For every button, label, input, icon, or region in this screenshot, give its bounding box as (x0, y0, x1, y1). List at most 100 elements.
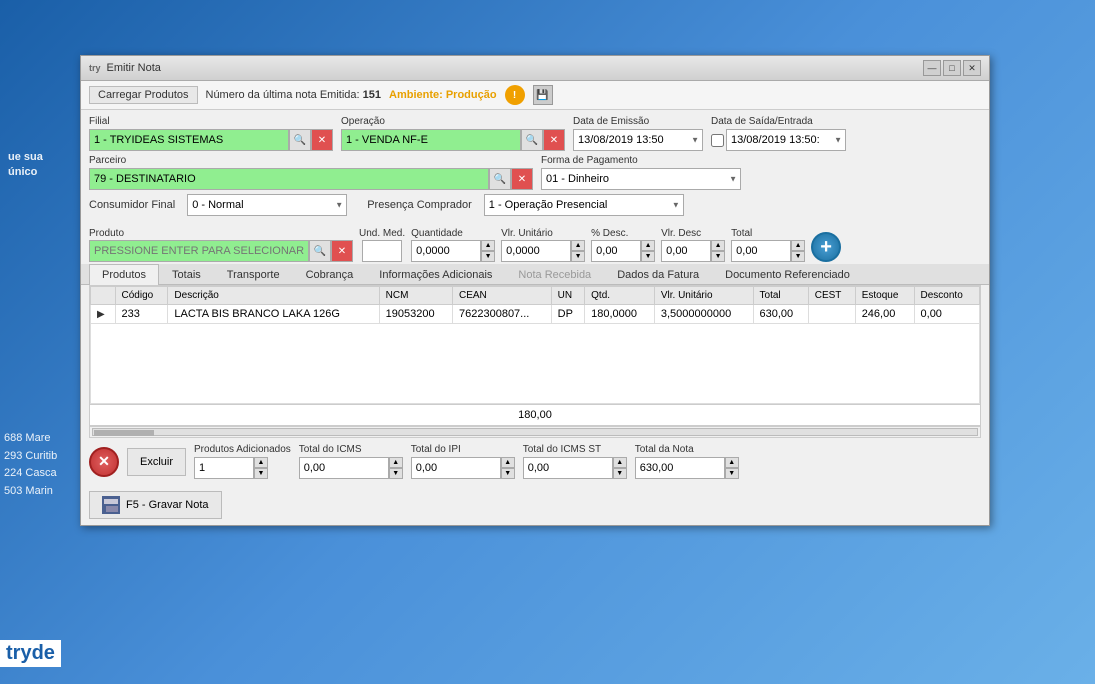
horizontal-scrollbar[interactable] (89, 426, 981, 438)
parceiro-search-button[interactable]: 🔍 (489, 168, 511, 190)
und-med-label: Und. Med. (359, 228, 405, 239)
produto-input[interactable] (89, 240, 309, 262)
total-ipi-label: Total do IPI (411, 444, 515, 455)
vlr-unitario-label: Vlr. Unitário (501, 228, 585, 239)
tab-totais[interactable]: Totais (159, 264, 214, 285)
forma-pagamento-select[interactable]: 01 - Dinheiro (541, 168, 741, 190)
und-med-input[interactable] (362, 240, 402, 262)
produtos-adicionados-group: Produtos Adicionados ▲ ▼ (194, 444, 291, 479)
row-arrow: ▶ (91, 305, 116, 324)
quantidade-input[interactable] (411, 240, 481, 262)
col-header-total: Total (753, 287, 808, 305)
pct-desc-input[interactable] (591, 240, 641, 262)
operacao-clear-button[interactable]: ✕ (543, 129, 565, 151)
products-table-container: Código Descrição NCM CEAN UN Qtd. Vlr. U… (89, 285, 981, 405)
add-product-button[interactable]: + (811, 232, 841, 262)
tab-transporte[interactable]: Transporte (214, 264, 293, 285)
parceiro-label: Parceiro (89, 155, 533, 166)
save-button[interactable]: F5 - Gravar Nota (89, 491, 222, 519)
col-header-ncm: NCM (379, 287, 452, 305)
data-saida-checkbox[interactable] (711, 134, 724, 147)
total-nota-down[interactable]: ▼ (725, 468, 739, 479)
produtos-adicionados-input[interactable] (194, 457, 254, 479)
last-note-text: Número da última nota Emitida: 151 (206, 89, 382, 101)
quantidade-down-button[interactable]: ▼ (481, 251, 495, 262)
row-ncm: 19053200 (379, 305, 452, 324)
filial-input[interactable] (89, 129, 289, 151)
vlr-unitario-down-button[interactable]: ▼ (571, 251, 585, 262)
total-icms-label: Total do ICMS (299, 444, 403, 455)
close-button[interactable]: ✕ (963, 60, 981, 76)
row-codigo: 233 (115, 305, 168, 324)
parceiro-input[interactable] (89, 168, 489, 190)
total-icms-up[interactable]: ▲ (389, 457, 403, 468)
total-ipi-down[interactable]: ▼ (501, 468, 515, 479)
operacao-search-button[interactable]: 🔍 (521, 129, 543, 151)
tab-info-adicionais[interactable]: Informações Adicionais (366, 264, 505, 285)
produtos-adicionados-up[interactable]: ▲ (254, 457, 268, 468)
filial-clear-button[interactable]: ✕ (311, 129, 333, 151)
data-saida-select[interactable]: 13/08/2019 13:50: (726, 129, 846, 151)
col-header-cest: CEST (808, 287, 855, 305)
forma-pagamento-label: Forma de Pagamento (541, 155, 741, 166)
subtotal-value: 180,00 (518, 409, 552, 421)
produto-col-label: Produto (89, 228, 353, 239)
total-icms-st-up[interactable]: ▲ (613, 457, 627, 468)
total-ipi-up[interactable]: ▲ (501, 457, 515, 468)
data-emissao-select[interactable]: 13/08/2019 13:50 (573, 129, 703, 151)
row-cean: 7622300807... (453, 305, 552, 324)
quantidade-up-button[interactable]: ▲ (481, 240, 495, 251)
operacao-input[interactable] (341, 129, 521, 151)
tab-documento-referenciado[interactable]: Documento Referenciado (712, 264, 863, 285)
col-header-descricao: Descrição (168, 287, 379, 305)
window-title: Emitir Nota (107, 62, 161, 74)
produtos-adicionados-down[interactable]: ▼ (254, 468, 268, 479)
excluir-button[interactable]: Excluir (127, 448, 186, 476)
total-icms-down[interactable]: ▼ (389, 468, 403, 479)
total-down-button[interactable]: ▼ (791, 251, 805, 262)
vlr-desc-down-button[interactable]: ▼ (711, 251, 725, 262)
vlr-desc-up-button[interactable]: ▲ (711, 240, 725, 251)
vlr-unitario-input[interactable] (501, 240, 571, 262)
maximize-button[interactable]: □ (943, 60, 961, 76)
environment-label: Ambiente: Produção (389, 89, 497, 101)
parceiro-clear-button[interactable]: ✕ (511, 168, 533, 190)
produto-clear-button[interactable]: ✕ (331, 240, 353, 262)
data-emissao-group: Data de Emissão 13/08/2019 13:50 (573, 116, 703, 151)
col-header-vlr-unitario: Vlr. Unitário (654, 287, 753, 305)
presenca-select[interactable]: 1 - Operação Presencial (484, 194, 684, 216)
row-descricao: LACTA BIS BRANCO LAKA 126G (168, 305, 379, 324)
total-nota-up[interactable]: ▲ (725, 457, 739, 468)
pct-desc-down-button[interactable]: ▼ (641, 251, 655, 262)
tab-produtos[interactable]: Produtos (89, 264, 159, 285)
title-bar: try Emitir Nota — □ ✕ (81, 56, 989, 81)
total-icms-st-down[interactable]: ▼ (613, 468, 627, 479)
tab-dados-fatura[interactable]: Dados da Fatura (604, 264, 712, 285)
delete-button[interactable]: ✕ (89, 447, 119, 477)
minimize-button[interactable]: — (923, 60, 941, 76)
tab-cobranca[interactable]: Cobrança (293, 264, 367, 285)
produto-search-button[interactable]: 🔍 (309, 240, 331, 262)
total-nota-input[interactable] (635, 457, 725, 479)
total-icms-st-input[interactable] (523, 457, 613, 479)
tab-nota-recebida: Nota Recebida (505, 264, 604, 285)
save-button-label: F5 - Gravar Nota (126, 499, 209, 511)
total-ipi-input[interactable] (411, 457, 501, 479)
table-row[interactable]: ▶ 233 LACTA BIS BRANCO LAKA 126G 1905320… (91, 305, 980, 324)
load-products-button[interactable]: Carregar Produtos (89, 86, 198, 104)
col-header-un: UN (551, 287, 584, 305)
vlr-desc-label: Vlr. Desc (661, 228, 725, 239)
vlr-desc-input[interactable] (661, 240, 711, 262)
scrollbar-thumb[interactable] (94, 430, 154, 436)
window-controls: — □ ✕ (923, 60, 981, 76)
vlr-unitario-up-button[interactable]: ▲ (571, 240, 585, 251)
pct-desc-up-button[interactable]: ▲ (641, 240, 655, 251)
scrollbar-track[interactable] (92, 428, 978, 436)
filial-search-button[interactable]: 🔍 (289, 129, 311, 151)
total-up-button[interactable]: ▲ (791, 240, 805, 251)
row-desconto: 0,00 (914, 305, 979, 324)
total-input[interactable] (731, 240, 791, 262)
total-icms-input[interactable] (299, 457, 389, 479)
data-saida-group: Data de Saída/Entrada 13/08/2019 13:50: (711, 116, 846, 151)
consumidor-select[interactable]: 0 - Normal (187, 194, 347, 216)
